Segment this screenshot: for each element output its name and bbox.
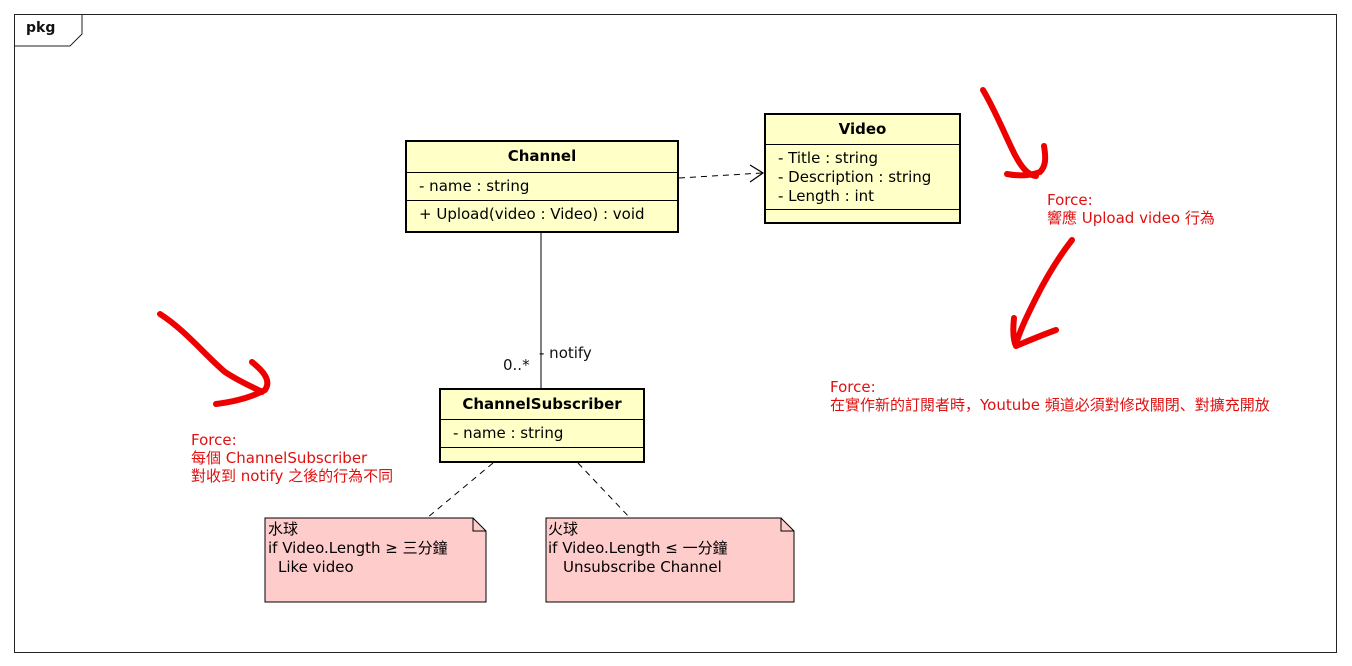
note-water: 水球 if Video.Length ≥ 三分鐘 Like video xyxy=(268,520,448,577)
association-multiplicity: 0..* xyxy=(503,356,530,374)
uml-class-diagram: pkg Channel - name : string + Upload(vid… xyxy=(0,0,1352,666)
attribute: - Description : string xyxy=(778,168,932,186)
force-annotation-upload: Force: 響應 Upload video 行為 xyxy=(1047,191,1215,227)
force-line: 每個 ChannelSubscriber xyxy=(191,449,368,467)
note-condition: if Video.Length ≥ 三分鐘 xyxy=(268,539,448,557)
attribute: - Title : string xyxy=(778,149,878,167)
force-label: Force: xyxy=(830,378,876,396)
force-annotation-open-closed: Force: 在實作新的訂閱者時，Youtube 頻道必須對修改關閉、對擴充開放 xyxy=(830,378,1270,414)
class-video: Video - Title : string - Description : s… xyxy=(764,113,961,224)
frame-label: pkg xyxy=(26,20,56,36)
class-operations xyxy=(441,448,643,455)
force-label: Force: xyxy=(1047,191,1093,209)
class-name: ChannelSubscriber xyxy=(441,390,643,420)
operation: + Upload(video : Video) : void xyxy=(419,205,645,223)
class-operations: + Upload(video : Video) : void xyxy=(407,201,677,228)
force-label: Force: xyxy=(191,431,237,449)
red-arrow-left xyxy=(157,311,265,395)
class-attributes: - name : string xyxy=(441,420,643,448)
note-fire: 火球 if Video.Length ≤ 一分鐘 Unsubscribe Cha… xyxy=(548,520,728,577)
force-annotation-subscriber: Force: 每個 ChannelSubscriber 對收到 notify 之… xyxy=(191,431,393,485)
force-line: 在實作新的訂閱者時，Youtube 頻道必須對修改關閉、對擴充開放 xyxy=(830,396,1270,414)
class-attributes: - Title : string - Description : string … xyxy=(766,145,959,210)
association-role: - notify xyxy=(539,344,592,362)
force-line: 響應 Upload video 行為 xyxy=(1047,209,1215,227)
note-title: 火球 xyxy=(548,520,579,538)
red-arrow-middle-right xyxy=(1013,237,1075,347)
note-action: Unsubscribe Channel xyxy=(563,558,722,576)
note-title: 水球 xyxy=(268,520,299,538)
class-name: Video xyxy=(766,115,959,145)
class-channel-subscriber: ChannelSubscriber - name : string xyxy=(439,388,645,463)
note-action: Like video xyxy=(278,558,354,576)
dependency-line xyxy=(678,172,763,179)
class-name: Channel xyxy=(407,142,677,173)
attribute: - Length : int xyxy=(778,187,875,205)
class-attributes: - name : string xyxy=(407,173,677,201)
note-anchor-water xyxy=(426,462,494,519)
force-line: 對收到 notify 之後的行為不同 xyxy=(191,467,394,485)
attribute: - name : string xyxy=(419,177,530,195)
class-channel: Channel - name : string + Upload(video :… xyxy=(405,140,679,233)
note-anchor-fire xyxy=(577,462,631,519)
note-condition: if Video.Length ≤ 一分鐘 xyxy=(548,539,728,557)
class-operations xyxy=(766,210,959,217)
red-arrow-top-right xyxy=(980,87,1039,179)
attribute: - name : string xyxy=(453,424,564,442)
